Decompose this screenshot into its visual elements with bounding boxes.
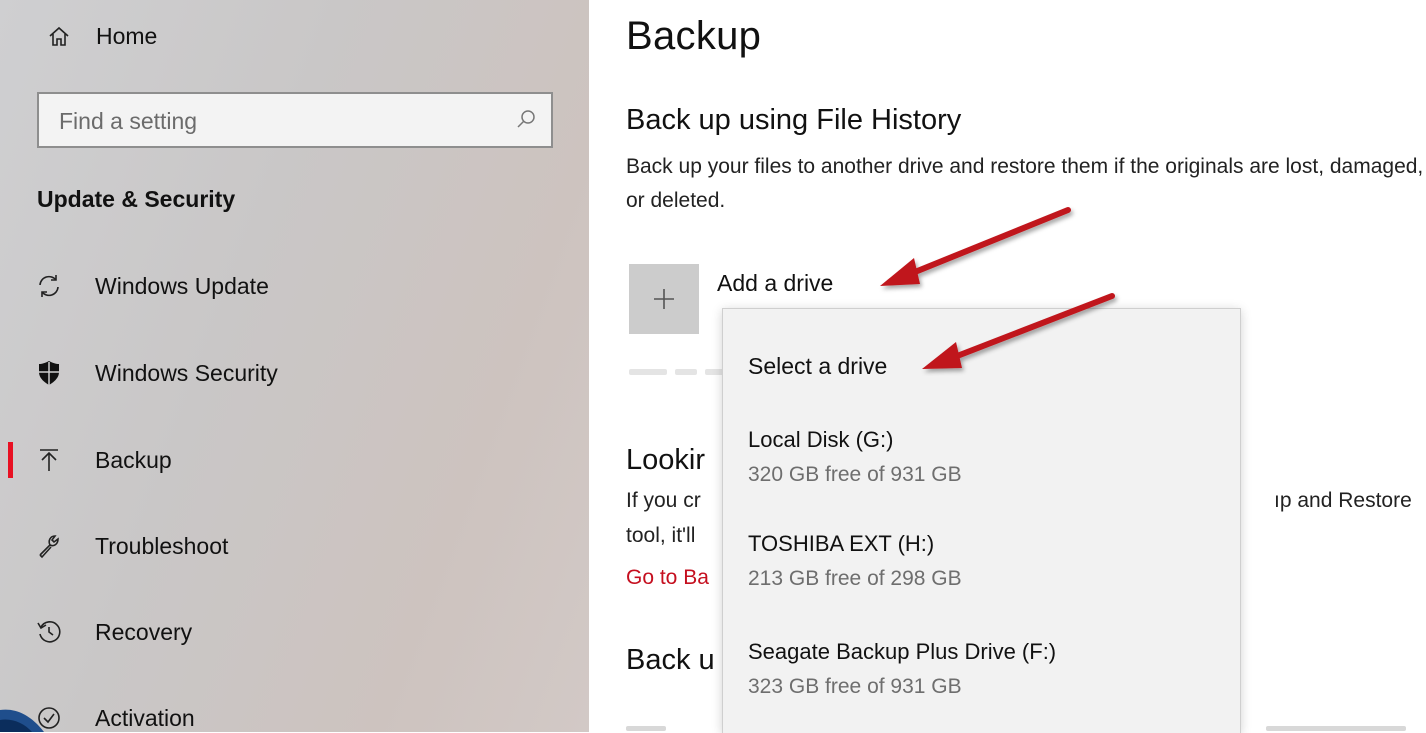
sidebar-item-windows-update[interactable]: Windows Update [0, 256, 589, 316]
sidebar-item-windows-security[interactable]: Windows Security [0, 343, 589, 403]
plus-icon [654, 289, 674, 309]
search-box [37, 92, 553, 148]
sidebar-item-recovery[interactable]: Recovery [0, 602, 589, 662]
drive-option-toshiba-ext-h[interactable]: TOSHIBA EXT (H:) 213 GB free of 298 GB [723, 531, 1240, 611]
looking-section-title: Lookir [626, 444, 705, 476]
search-input[interactable] [39, 94, 521, 148]
sidebar-item-label: Troubleshoot [95, 532, 229, 559]
drive-free-space: 320 GB free of 931 GB [748, 463, 962, 486]
sidebar-item-activation[interactable]: Activation [0, 688, 589, 732]
sidebar-item-label: Activation [95, 704, 195, 731]
nav-home[interactable]: Home [48, 18, 157, 54]
nav-home-label: Home [96, 22, 158, 49]
flyout-header: Select a drive [748, 353, 888, 379]
sidebar-item-label: Backup [95, 446, 172, 473]
shield-icon [36, 360, 62, 386]
drive-option-local-disk-g[interactable]: Local Disk (G:) 320 GB free of 931 GB [723, 427, 1240, 507]
drive-name: Local Disk (G:) [748, 427, 894, 452]
wrench-icon [36, 533, 62, 559]
page-title: Backup [626, 14, 762, 58]
search-icon[interactable] [515, 108, 537, 130]
sidebar-item-troubleshoot[interactable]: Troubleshoot [0, 516, 589, 576]
sync-icon [36, 273, 62, 299]
home-icon [49, 26, 69, 46]
drive-name: Seagate Backup Plus Drive (F:) [748, 639, 1057, 664]
go-to-backup-restore-link[interactable]: Go to Ba [626, 566, 709, 590]
backup-arrow-icon [36, 447, 62, 473]
drive-option-seagate-f[interactable]: Seagate Backup Plus Drive (F:) 323 GB fr… [723, 639, 1240, 719]
add-drive-button[interactable] [629, 264, 699, 334]
select-drive-flyout: Select a drive Local Disk (G:) 320 GB fr… [722, 308, 1241, 733]
section-title: Update & Security [37, 186, 236, 212]
file-history-title: Back up using File History [626, 104, 962, 136]
sidebar-item-backup[interactable]: Backup [0, 430, 589, 490]
sidebar-item-label: Recovery [95, 618, 193, 645]
sidebar-item-label: Windows Security [95, 359, 278, 386]
settings-sidebar: Home Update & Security Windows Update [0, 0, 589, 732]
looking-desc-line1-right: ıp and Restore [1274, 489, 1412, 512]
drive-free-space: 323 GB free of 931 GB [748, 675, 962, 698]
older-backup-section-title: Back u [626, 644, 715, 676]
history-icon [36, 619, 62, 645]
corner-decoration [0, 709, 44, 732]
sidebar-item-label: Windows Update [95, 272, 269, 299]
file-history-description: Back up your files to another drive and … [626, 155, 1424, 212]
drive-free-space: 213 GB free of 298 GB [748, 567, 962, 590]
add-drive-label[interactable]: Add a drive [717, 270, 833, 297]
drive-name: TOSHIBA EXT (H:) [748, 531, 935, 556]
